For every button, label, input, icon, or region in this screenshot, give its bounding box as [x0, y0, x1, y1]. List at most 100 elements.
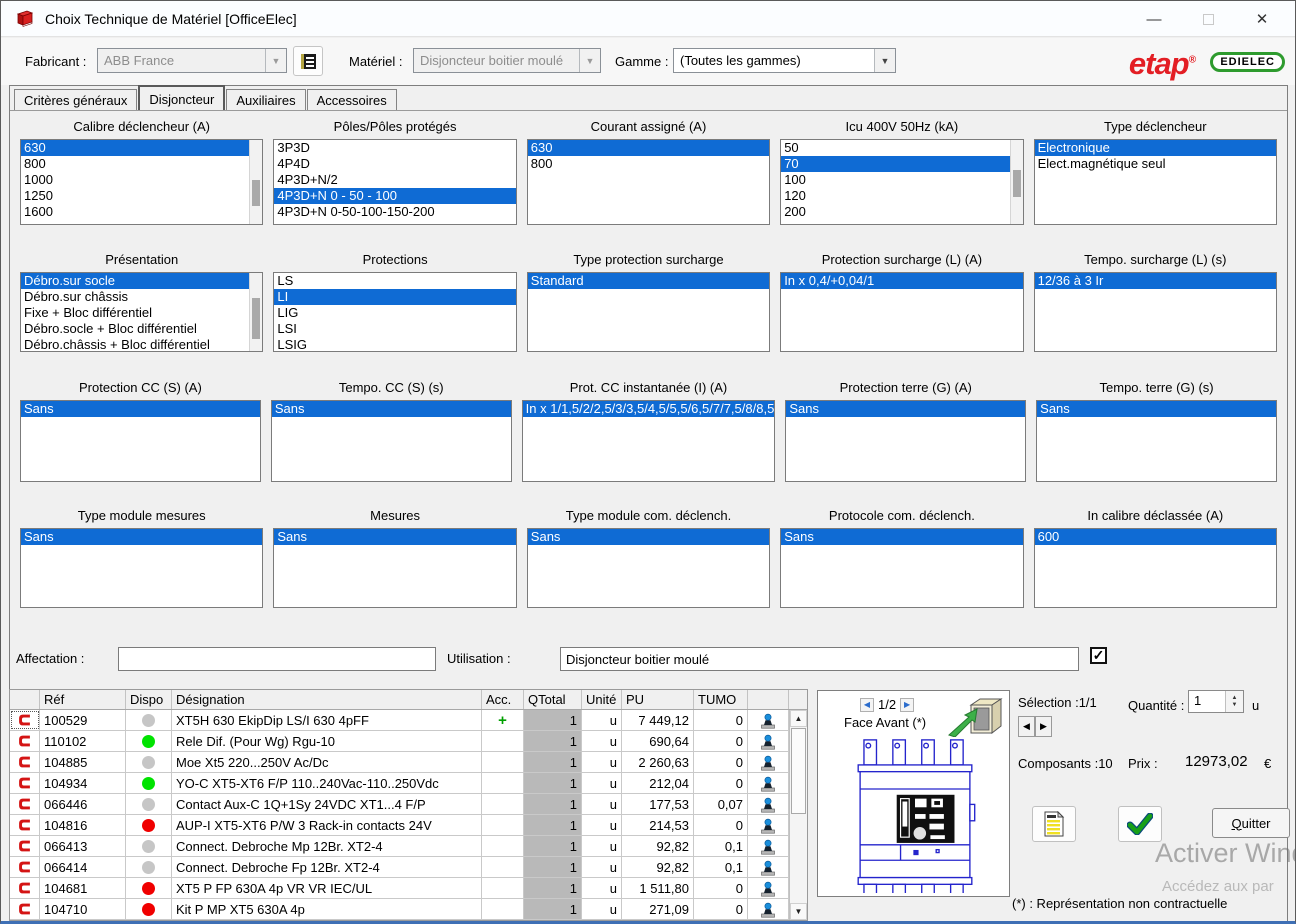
table-row[interactable]: 066414Connect. Debroche Fp 12Br. XT2-41u… — [10, 857, 807, 878]
minimize-button[interactable]: — — [1141, 6, 1167, 32]
table-row[interactable]: 066413Connect. Debroche Mp 12Br. XT2-41u… — [10, 836, 807, 857]
list-item[interactable]: Sans — [272, 401, 511, 417]
supplier-logo-cell[interactable] — [10, 815, 40, 835]
listbox-poles-poles-proteges[interactable]: 3P3D4P4D4P3D+N/24P3D+N 0 - 50 - 1004P3D+… — [273, 139, 516, 225]
listbox-type-module-com-declench[interactable]: Sans — [527, 528, 770, 608]
list-item[interactable]: Sans — [274, 529, 515, 545]
table-row[interactable]: 104710Kit P MP XT5 630A 4p1u271,090 — [10, 899, 807, 920]
contact-cell[interactable] — [748, 815, 789, 835]
listbox-type-protection-surcharge[interactable]: Standard — [527, 272, 770, 352]
validate-button[interactable] — [1118, 806, 1162, 842]
listbox-mesures[interactable]: Sans — [273, 528, 516, 608]
list-item[interactable]: 1600 — [21, 204, 262, 220]
scrollbar-thumb[interactable] — [791, 728, 806, 814]
listbox-protection-terre-g-a[interactable]: Sans — [785, 400, 1026, 482]
quantity-stepper[interactable]: 1 ▲▼ — [1188, 690, 1244, 713]
contact-cell[interactable] — [748, 857, 789, 877]
utilisation-checkbox[interactable]: ✓ — [1090, 647, 1107, 664]
list-item[interactable]: Standard — [528, 273, 769, 289]
list-item[interactable]: 120 — [781, 188, 1022, 204]
supplier-logo-cell[interactable] — [10, 731, 40, 751]
accessories-cell[interactable]: + — [482, 710, 524, 730]
contact-cell[interactable] — [748, 899, 789, 919]
selection-next-icon[interactable]: ▶ — [1035, 716, 1052, 737]
contact-cell[interactable] — [748, 836, 789, 856]
utilisation-input[interactable] — [560, 647, 1079, 671]
supplier-logo-cell[interactable] — [10, 857, 40, 877]
catalog-list-button[interactable] — [293, 46, 323, 76]
listbox-in-calibre-declassee-a[interactable]: 600 — [1034, 528, 1277, 608]
materiel-combobox[interactable]: Disjoncteur boitier moulé ▼ — [413, 48, 601, 73]
supplier-logo-cell[interactable] — [10, 836, 40, 856]
list-item[interactable]: LIG — [274, 305, 515, 321]
accessories-cell[interactable] — [482, 836, 524, 856]
list-item[interactable]: LS — [274, 273, 515, 289]
listbox-scrollbar[interactable] — [1010, 140, 1023, 224]
contact-cell[interactable] — [748, 794, 789, 814]
listbox-tempo-cc-s-s[interactable]: Sans — [271, 400, 512, 482]
column-header-pu[interactable]: PU — [622, 690, 694, 709]
column-header-designation[interactable]: Désignation — [172, 690, 482, 709]
gamme-combobox[interactable]: (Toutes les gammes) ▼ — [673, 48, 896, 73]
table-row[interactable]: 104885Moe Xt5 220...250V Ac/Dc1u2 260,63… — [10, 752, 807, 773]
column-header-qtotal[interactable]: QTotal — [524, 690, 582, 709]
accessories-cell[interactable] — [482, 899, 524, 919]
list-item[interactable]: 800 — [528, 156, 769, 172]
column-header-ref[interactable]: Réf — [40, 690, 126, 709]
listbox-tempo-terre-g-s[interactable]: Sans — [1036, 400, 1277, 482]
list-item[interactable]: LSI — [274, 321, 515, 337]
list-item[interactable]: Sans — [21, 529, 262, 545]
scrollbar-thumb[interactable] — [252, 180, 260, 205]
tab-accessoires[interactable]: Accessoires — [307, 89, 397, 110]
list-item[interactable]: 630 — [528, 140, 769, 156]
fabricant-combobox[interactable]: ABB France ▼ — [97, 48, 287, 73]
list-item[interactable]: 600 — [1035, 529, 1276, 545]
supplier-logo-cell[interactable] — [10, 878, 40, 898]
list-item[interactable]: Débro.socle + Bloc différentiel — [21, 321, 262, 337]
column-header[interactable] — [10, 690, 40, 709]
table-row[interactable]: 104934YO-C XT5-XT6 F/P 110..240Vac-110..… — [10, 773, 807, 794]
list-item[interactable]: 4P4D — [274, 156, 515, 172]
list-item[interactable]: 4P3D+N 0 - 50 - 100 — [274, 188, 515, 204]
column-header-dispo[interactable]: Dispo — [126, 690, 172, 709]
tab-disjoncteur[interactable]: Disjoncteur — [138, 85, 225, 110]
contact-cell[interactable] — [748, 773, 789, 793]
maximize-button[interactable] — [1195, 6, 1221, 32]
listbox-protection-cc-s-a[interactable]: Sans — [20, 400, 261, 482]
column-header-acc[interactable]: Acc. — [482, 690, 524, 709]
list-item[interactable]: 50 — [781, 140, 1022, 156]
scrollbar-thumb[interactable] — [1013, 170, 1021, 197]
list-item[interactable]: Sans — [781, 529, 1022, 545]
listbox-prot-cc-instantanee-i-a[interactable]: In x 1/1,5/2/2,5/3/3,5/4,5/5,5/6,5/7/7,5… — [522, 400, 776, 482]
accessories-cell[interactable] — [482, 752, 524, 772]
accessories-cell[interactable] — [482, 815, 524, 835]
spin-down-icon[interactable]: ▼ — [1232, 702, 1238, 708]
list-item[interactable]: In x 0,4/+0,04/1 — [781, 273, 1022, 289]
list-item[interactable]: Sans — [786, 401, 1025, 417]
list-item[interactable]: 12/36 à 3 Ir — [1035, 273, 1276, 289]
accessories-cell[interactable] — [482, 773, 524, 793]
column-header-unite[interactable]: Unité — [582, 690, 622, 709]
list-item[interactable]: 3P3D — [274, 140, 515, 156]
list-item[interactable]: Fixe + Bloc différentiel — [21, 305, 262, 321]
report-button[interactable] — [1032, 806, 1076, 842]
list-item[interactable]: Sans — [21, 401, 260, 417]
table-scrollbar[interactable]: ▲ ▼ — [789, 710, 807, 920]
supplier-logo-cell[interactable] — [10, 773, 40, 793]
enlarge-3d-box-icon[interactable] — [947, 695, 1003, 737]
listbox-calibre-declencheur-a[interactable]: 630800100012501600 — [20, 139, 263, 225]
list-item[interactable]: 630 — [21, 140, 262, 156]
listbox-courant-assigne-a[interactable]: 630800 — [527, 139, 770, 225]
list-item[interactable]: Electronique — [1035, 140, 1276, 156]
list-item[interactable]: Elect.magnétique seul — [1035, 156, 1276, 172]
scroll-up-icon[interactable]: ▲ — [790, 710, 807, 727]
table-row[interactable]: 104681XT5 P FP 630A 4p VR VR IEC/UL1u1 5… — [10, 878, 807, 899]
listbox-protection-surcharge-l-a[interactable]: In x 0,4/+0,04/1 — [780, 272, 1023, 352]
listbox-type-module-mesures[interactable]: Sans — [20, 528, 263, 608]
pager-prev-icon[interactable]: ◀ — [860, 698, 874, 712]
contact-cell[interactable] — [748, 752, 789, 772]
close-button[interactable]: ✕ — [1249, 6, 1275, 32]
contact-cell[interactable] — [748, 710, 789, 730]
list-item[interactable]: Débro.sur châssis — [21, 289, 262, 305]
table-row[interactable]: 066446Contact Aux-C 1Q+1Sy 24VDC XT1...4… — [10, 794, 807, 815]
